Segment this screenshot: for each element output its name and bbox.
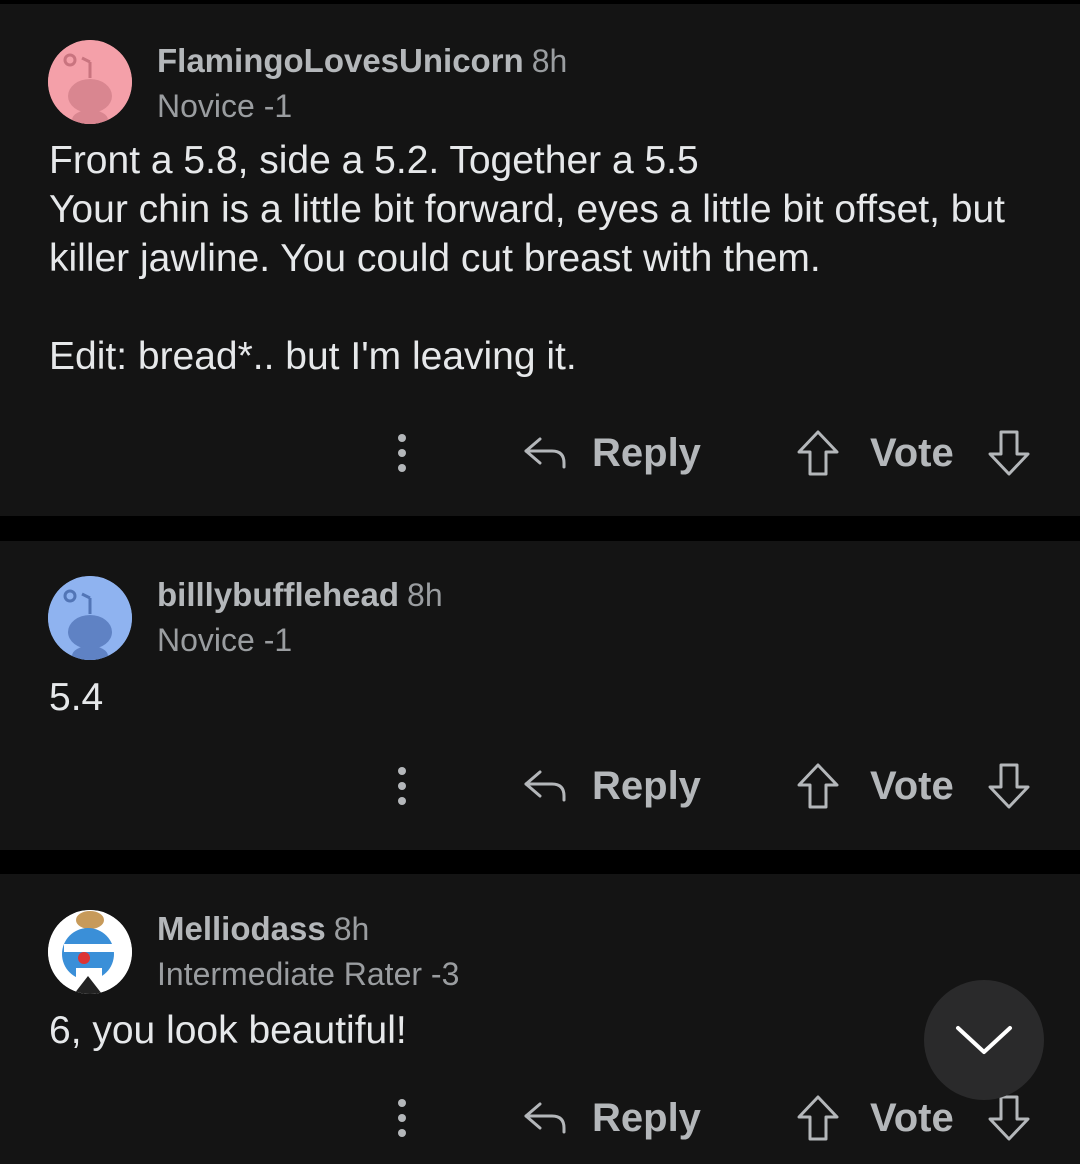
vote-count: Vote (870, 1083, 954, 1153)
downvote-button[interactable] (986, 761, 1032, 816)
downvote-arrow-icon (988, 430, 1030, 476)
upvote-button[interactable] (795, 1093, 841, 1148)
comment-body: Front a 5.8, side a 5.2. Together a 5.5 … (49, 139, 1005, 378)
upvote-arrow-icon (797, 430, 839, 476)
comment-age: 8h (407, 577, 443, 613)
vote-label: Vote (870, 763, 954, 808)
upvote-arrow-icon (797, 763, 839, 809)
vote-label: Vote (870, 430, 954, 475)
upvote-button[interactable] (795, 761, 841, 816)
username[interactable]: billlybufflehead (157, 576, 399, 613)
more-options-button[interactable] (388, 751, 416, 821)
upvote-arrow-icon (797, 1095, 839, 1141)
comment-card: FlamingoLovesUnicorn 8h Novice -1 Front a… (0, 4, 1080, 516)
user-flair: Novice -1 (157, 622, 293, 658)
reply-arrow-icon (524, 1102, 566, 1134)
comment-card: Melliodass 8h Intermediate Rater -3 6, yo… (0, 874, 1080, 1164)
comment-age: 8h (333, 911, 370, 947)
comment-meta: billlybufflehead 8h Novice -1 (157, 576, 443, 659)
comment-actions: Reply Vote (0, 751, 1080, 821)
username[interactable]: FlamingoLovesUnicorn (157, 42, 524, 79)
custom-character-avatar-icon (48, 910, 132, 994)
avatar[interactable] (48, 576, 132, 660)
comment-actions: Reply Vote (0, 1083, 1080, 1153)
avatar[interactable] (48, 40, 132, 124)
comment-meta: Melliodass 8h Intermediate Rater -3 (157, 910, 459, 993)
more-options-button[interactable] (388, 1083, 416, 1153)
comment-card: billlybufflehead 8h Novice -1 5.4 Reply V… (0, 541, 1080, 850)
comment-body: 6, you look beautiful! (49, 1009, 407, 1052)
chevron-down-icon (956, 1026, 1012, 1054)
user-flair: Intermediate Rater -3 (157, 956, 460, 992)
upvote-button[interactable] (795, 428, 841, 483)
more-options-button[interactable] (388, 418, 416, 488)
user-flair: Novice -1 (157, 88, 293, 124)
reply-arrow-icon (524, 437, 566, 469)
username[interactable]: Melliodass (157, 910, 326, 947)
reply-button[interactable]: Reply (520, 1083, 701, 1153)
reddit-snoo-avatar-icon (48, 40, 132, 124)
downvote-button[interactable] (986, 1093, 1032, 1148)
reply-label: Reply (592, 763, 701, 808)
downvote-arrow-icon (988, 763, 1030, 809)
comment-meta: FlamingoLovesUnicorn 8h Novice -1 (157, 42, 567, 125)
reply-button[interactable]: Reply (520, 418, 701, 488)
downvote-arrow-icon (988, 1095, 1030, 1141)
avatar[interactable] (48, 910, 132, 994)
reply-button[interactable]: Reply (520, 751, 701, 821)
reply-label: Reply (592, 1095, 701, 1140)
scroll-next-comment-button[interactable] (924, 980, 1044, 1100)
comment-age: 8h (531, 43, 568, 79)
vote-label: Vote (870, 1095, 954, 1140)
reply-arrow-icon (524, 770, 566, 802)
reddit-snoo-avatar-icon (48, 576, 132, 660)
comment-actions: Reply Vote (0, 418, 1080, 488)
vote-count: Vote (870, 418, 954, 488)
downvote-button[interactable] (986, 428, 1032, 483)
reply-label: Reply (592, 430, 701, 475)
comment-body: 5.4 (49, 676, 104, 719)
vote-count: Vote (870, 751, 954, 821)
